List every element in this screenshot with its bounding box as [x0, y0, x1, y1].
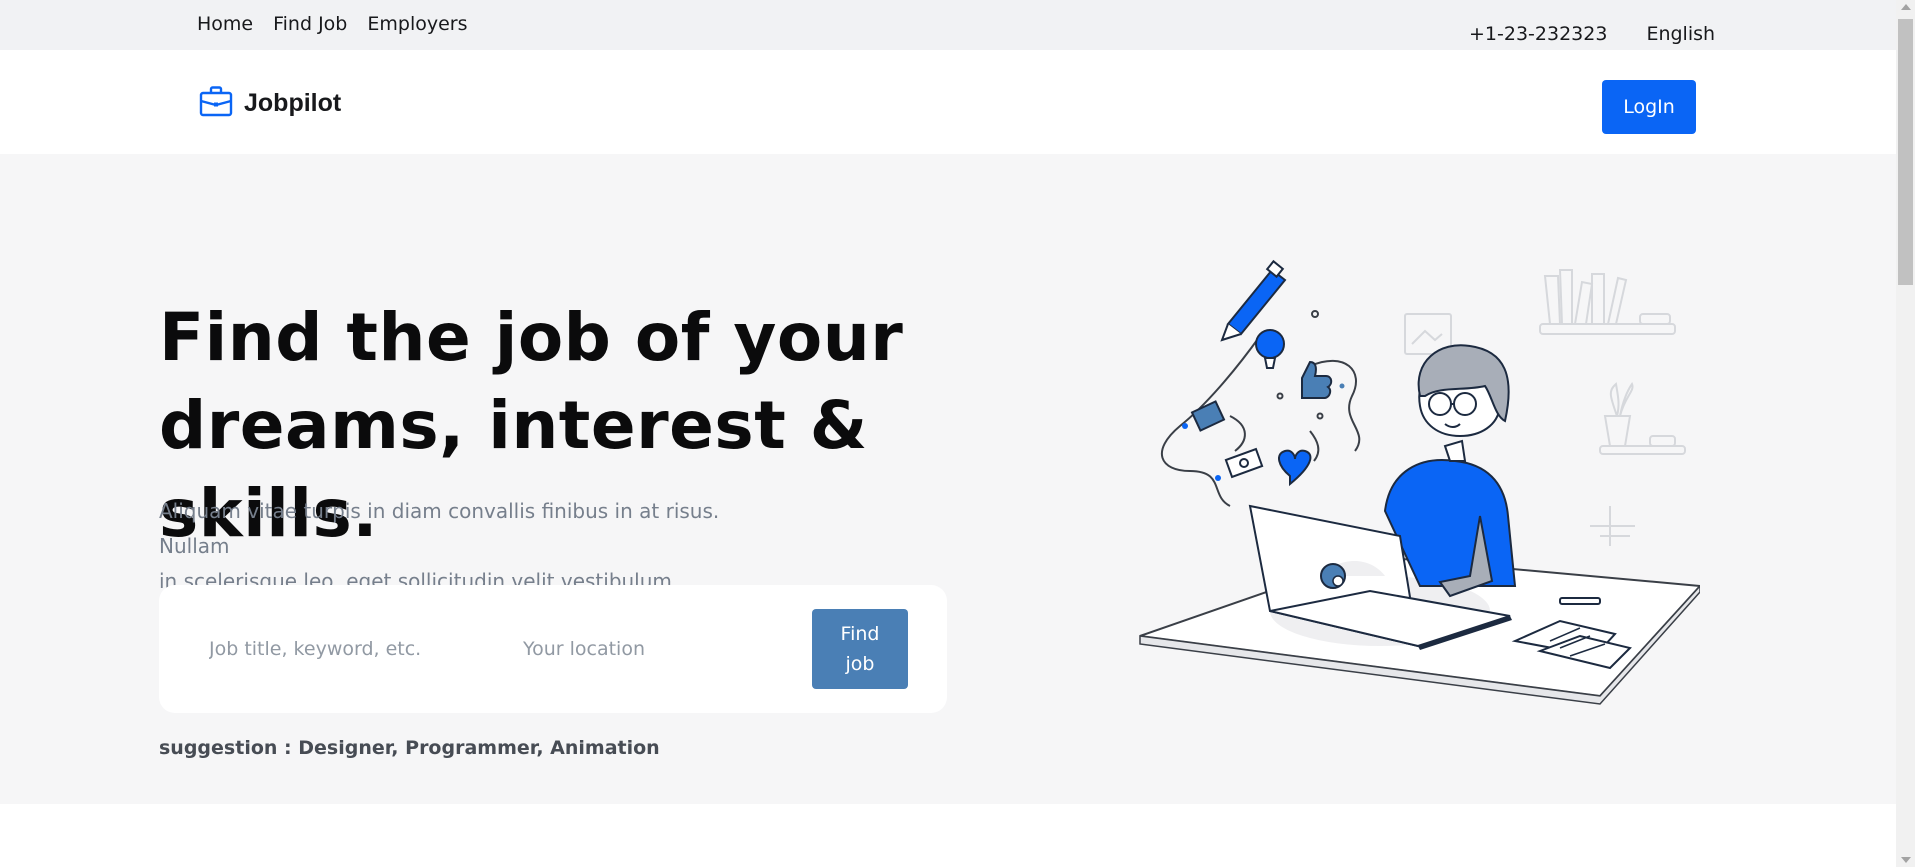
- briefcase-icon: [199, 84, 233, 122]
- main-header: Jobpilot LogIn: [0, 50, 1896, 154]
- brand-logo[interactable]: Jobpilot: [199, 84, 341, 122]
- language-selector[interactable]: English: [1646, 23, 1715, 45]
- scrollbar-thumb[interactable]: [1898, 19, 1913, 285]
- brand-name: Jobpilot: [244, 88, 342, 117]
- job-keyword-input[interactable]: [209, 625, 499, 673]
- lightbulb-decor: [1255, 329, 1285, 369]
- note-decor: [1190, 400, 1264, 479]
- search-suggestions: suggestion : Designer, Programmer, Anima…: [159, 737, 660, 759]
- top-utility-bar: Home Find Job Employers +1-23-232323 Eng…: [0, 0, 1896, 50]
- hero-title-line-1: Find the job of your: [159, 299, 904, 376]
- scroll-up-arrow-icon[interactable]: [1901, 4, 1911, 10]
- hero-description-line-1: Aliquam vitae turpis in diam convallis f…: [159, 499, 720, 558]
- page-scrollbar[interactable]: [1896, 0, 1915, 867]
- scroll-down-arrow-icon[interactable]: [1901, 857, 1911, 863]
- phone-number: +1-23-232323: [1469, 23, 1608, 45]
- hero-illustration: [1139, 259, 1700, 705]
- location-input[interactable]: [523, 625, 793, 673]
- find-job-button-line-1: Find: [840, 623, 880, 645]
- nav-find-job-link[interactable]: Find Job: [273, 13, 347, 35]
- top-nav: Home Find Job Employers: [197, 13, 468, 35]
- top-right-info: +1-23-232323 English: [1469, 23, 1715, 45]
- heart-decor: [1278, 449, 1312, 487]
- hero-section: Find the job of your dreams, interest & …: [0, 154, 1896, 804]
- pencil-decor: [1220, 259, 1287, 342]
- thumbs-up-decor: [1301, 360, 1333, 399]
- nav-employers-link[interactable]: Employers: [367, 13, 467, 35]
- find-job-button-line-2: job: [845, 653, 875, 675]
- login-button[interactable]: LogIn: [1602, 80, 1696, 134]
- job-search-box: Find job: [159, 585, 947, 713]
- find-job-button[interactable]: Find job: [812, 609, 908, 689]
- nav-home-link[interactable]: Home: [197, 13, 253, 35]
- hero-description: Aliquam vitae turpis in diam convallis f…: [159, 494, 759, 599]
